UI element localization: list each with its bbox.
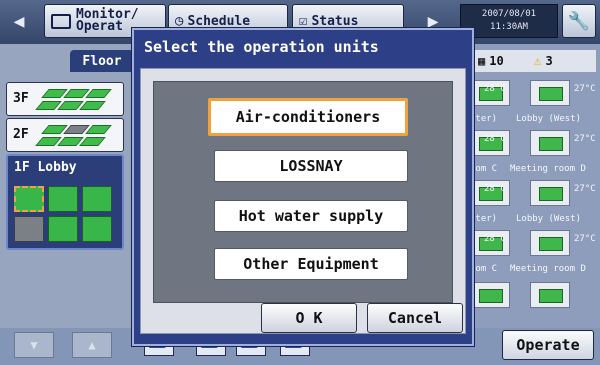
option-hot-water-supply[interactable]: Hot water supply [214, 200, 408, 232]
unit-tile[interactable] [14, 216, 44, 242]
ac-unit[interactable] [530, 282, 570, 308]
wrench-icon[interactable]: 🔧 [562, 4, 596, 38]
floor-1f-lobby-button[interactable]: 1F Lobby [6, 154, 124, 250]
date-time-display: 2007/08/01 11:30AM [460, 4, 558, 38]
floor-label: 1F Lobby [14, 160, 77, 175]
unit-temp: 28°C [484, 134, 506, 144]
unit-temp: 27°C [574, 84, 596, 94]
unit-temp: 28°C [484, 234, 506, 244]
unit-counts: ▦ 10 ⚠ 3 [470, 50, 596, 72]
option-other-equipment[interactable]: Other Equipment [214, 248, 408, 280]
scroll-down-button[interactable]: ▼ [14, 332, 54, 358]
unit-temp: 28°C [484, 184, 506, 194]
ac-unit[interactable] [470, 282, 510, 308]
date-text: 2007/08/01 [481, 9, 537, 19]
operate-button[interactable]: Operate [502, 330, 594, 360]
arrow-down-icon: ▼ [30, 338, 38, 352]
unit-group-icon [85, 89, 112, 98]
unit-name: Lobby (West) [516, 214, 582, 224]
dialog-title: Select the operation units [144, 38, 379, 56]
alert-count: 3 [545, 54, 553, 68]
scroll-up-button[interactable]: ▲ [72, 332, 112, 358]
ac-unit[interactable] [530, 230, 570, 256]
unit-name: nter) [470, 214, 498, 224]
unit-name: oom C [470, 264, 498, 274]
unit-tile[interactable] [82, 216, 112, 242]
unit-group-icon [79, 137, 106, 146]
unit-name: Lobby (West) [516, 114, 582, 124]
unit-temp: 27°C [574, 234, 596, 244]
floor-label: 3F [13, 91, 29, 106]
unit-name: Meeting room D [510, 264, 586, 274]
options-panel: Air-conditioners LOSSNAY Hot water suppl… [153, 81, 453, 303]
unit-name: oom C [470, 164, 498, 174]
warning-icon: ⚠ [533, 53, 542, 69]
tab-status-label: Status [311, 13, 359, 29]
option-lossnay[interactable]: LOSSNAY [214, 150, 408, 182]
unit-temp: 28°C [484, 84, 506, 94]
grid-icon: ▦ [478, 54, 486, 68]
arrow-up-icon: ▲ [88, 338, 96, 352]
unit-temp: 27°C [574, 184, 596, 194]
dialog-body: Air-conditioners LOSSNAY Hot water suppl… [140, 68, 466, 334]
floor-2f-button[interactable]: 2F [6, 118, 124, 152]
floor-label: 2F [13, 127, 29, 142]
checklist-icon: ☑ [299, 13, 308, 29]
unit-temp: 27°C [574, 134, 596, 144]
option-air-conditioners[interactable]: Air-conditioners [208, 98, 408, 136]
unit-tile[interactable] [48, 216, 78, 242]
ok-button[interactable]: O K [261, 303, 357, 333]
unit-name: nter) [470, 114, 498, 124]
unit-group-icon [79, 101, 106, 110]
floor-3f-button[interactable]: 3F [6, 82, 124, 116]
ac-unit[interactable] [530, 180, 570, 206]
unit-count: 10 [489, 54, 504, 68]
monitor-icon [51, 13, 71, 29]
tab-floor[interactable]: Floor [70, 50, 134, 72]
tab-monitor-label: Monitor/ Operat [76, 7, 139, 34]
unit-tile[interactable] [48, 186, 78, 212]
tab-schedule-label: Schedule [187, 13, 251, 29]
ac-unit[interactable] [530, 80, 570, 106]
unit-group-icon [85, 125, 112, 134]
operation-units-dialog: Select the operation units Air-condition… [132, 28, 474, 346]
unit-name: Meeting room D [510, 164, 586, 174]
unit-tile[interactable] [82, 186, 112, 212]
ac-unit[interactable] [530, 130, 570, 156]
cancel-button[interactable]: Cancel [367, 303, 463, 333]
clock-icon: ◷ [175, 13, 184, 29]
arrow-left-icon[interactable]: ◀ [4, 6, 34, 36]
time-text: 11:30AM [490, 22, 528, 32]
unit-tile[interactable] [14, 186, 44, 212]
